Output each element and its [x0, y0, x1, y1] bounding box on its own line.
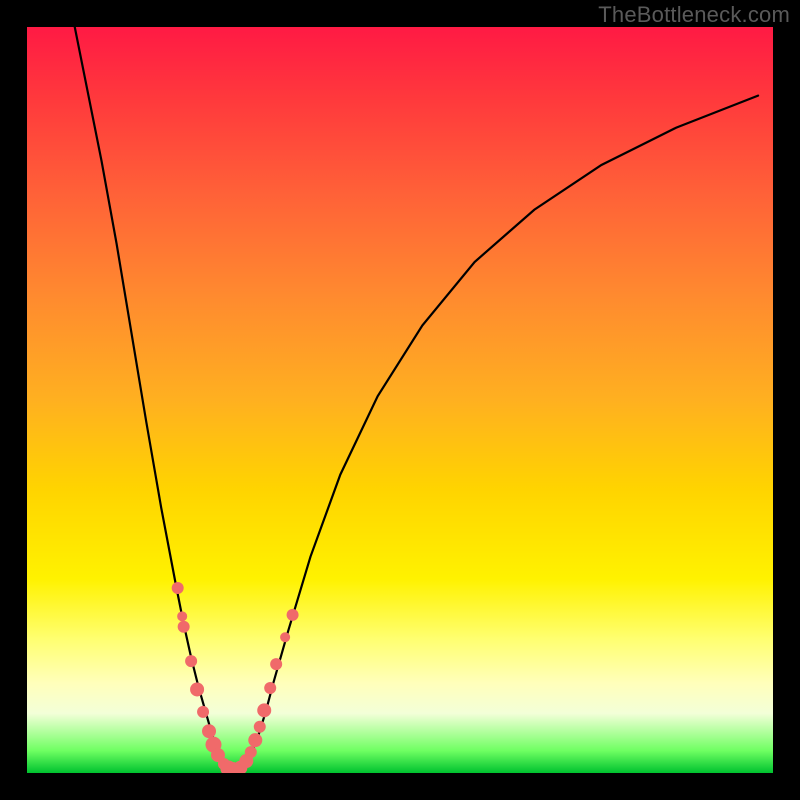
scatter-dots — [172, 582, 299, 773]
chart-overlay — [27, 27, 773, 773]
scatter-dot — [190, 682, 204, 696]
scatter-dot — [264, 682, 276, 694]
scatter-dot — [185, 655, 197, 667]
scatter-dot — [254, 721, 266, 733]
scatter-dot — [172, 582, 184, 594]
plot-area — [27, 27, 773, 773]
scatter-dot — [177, 611, 187, 621]
scatter-dot — [257, 703, 271, 717]
scatter-dot — [280, 632, 290, 642]
scatter-dot — [245, 746, 257, 758]
scatter-dot — [197, 706, 209, 718]
curve-right — [236, 96, 758, 772]
watermark-text: TheBottleneck.com — [598, 2, 790, 28]
scatter-dot — [202, 724, 216, 738]
chart-frame: TheBottleneck.com — [0, 0, 800, 800]
scatter-dot — [287, 609, 299, 621]
scatter-dot — [178, 621, 190, 633]
scatter-dot — [270, 658, 282, 670]
curve-left — [72, 27, 236, 772]
scatter-dot — [248, 733, 262, 747]
